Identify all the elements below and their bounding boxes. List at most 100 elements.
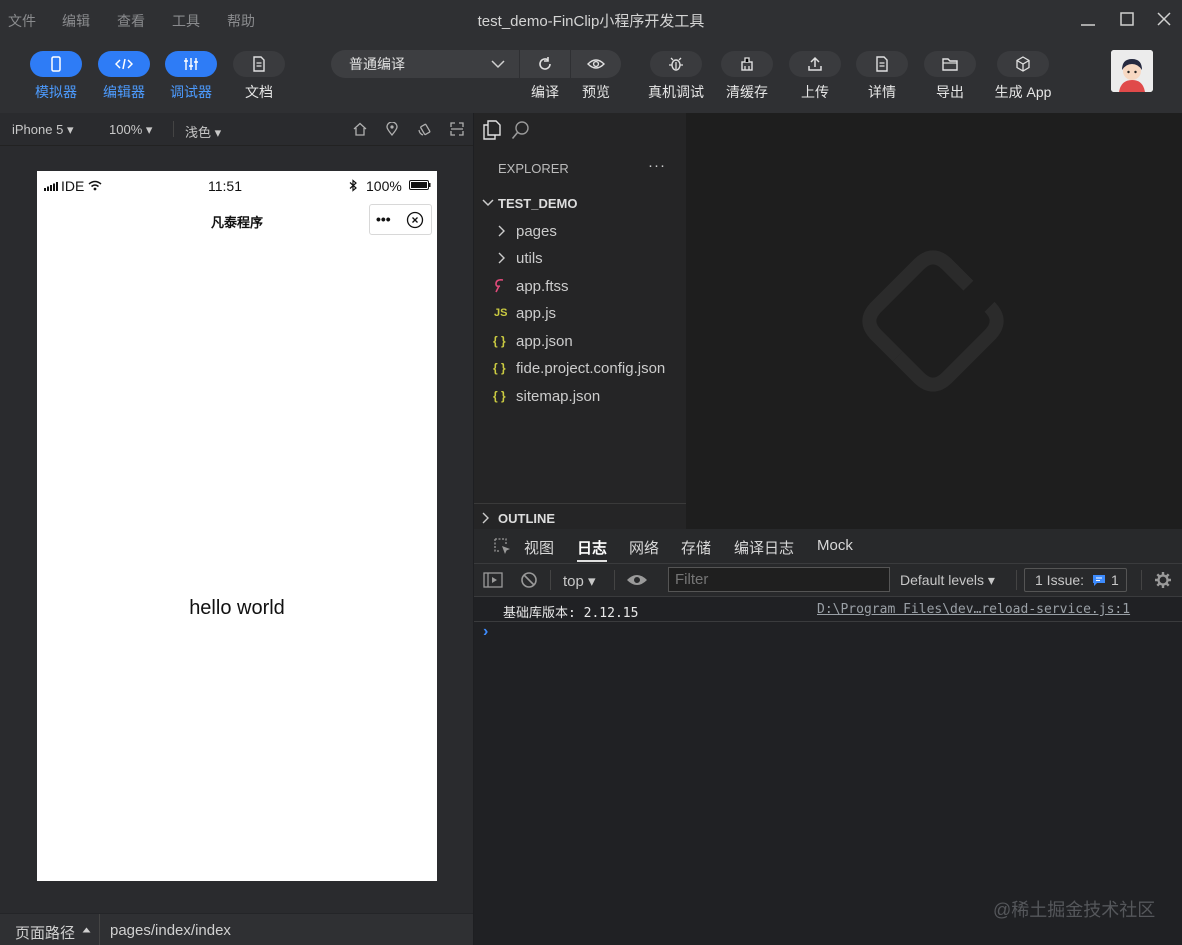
tree-item-app-ftss[interactable]: app.ftss [474, 273, 686, 299]
js-file-icon: JS [494, 307, 508, 319]
simulator-toggle-button[interactable] [30, 51, 82, 77]
close-icon[interactable] [1153, 8, 1175, 30]
tab-mock[interactable]: Mock [817, 537, 853, 554]
code-icon [115, 58, 133, 70]
simulator-toolbar: iPhone 5 ▾ 100% ▾ 浅色 ▾ [0, 113, 473, 146]
tree-item-label: app.ftss [516, 277, 569, 295]
chevron-down-icon [491, 60, 505, 69]
eye-icon [587, 59, 605, 69]
compile-mode-value: 普通编译 [349, 56, 405, 72]
rotate-icon[interactable] [418, 122, 432, 136]
preview-label: 预览 [582, 84, 610, 100]
tree-item-label: utils [516, 249, 543, 267]
issues-button[interactable]: 1 Issue: 1 [1024, 568, 1127, 592]
outline-header: OUTLINE [498, 511, 556, 526]
files-icon[interactable] [483, 120, 501, 140]
chevron-right-icon [482, 512, 489, 524]
finclip-logo-icon [862, 250, 1004, 392]
chevron-right-icon [498, 252, 505, 264]
editor-toggle-button[interactable] [98, 51, 150, 77]
explorer-more-button[interactable]: ··· [648, 157, 666, 174]
console-output[interactable]: 基础库版本: 2.12.15 D:\Program Files\dev…relo… [474, 597, 1182, 945]
tab-log[interactable]: 日志 [577, 537, 607, 558]
page-path-label[interactable]: 页面路径 [15, 922, 75, 943]
device-value: iPhone 5 [12, 122, 64, 137]
close-circle-icon[interactable] [406, 211, 424, 229]
docs-label: 文档 [245, 84, 273, 100]
device-select[interactable]: iPhone 5 ▾ [12, 122, 73, 138]
real-device-debug-button[interactable] [650, 51, 702, 77]
compile-mode-select[interactable]: 普通编译 [331, 50, 519, 78]
export-button[interactable] [924, 51, 976, 77]
caret-up-icon[interactable] [82, 927, 91, 933]
clear-console-icon[interactable] [520, 571, 538, 589]
eye-icon[interactable] [626, 573, 648, 587]
compile-button[interactable] [520, 50, 570, 78]
chevron-down-icon [482, 199, 494, 207]
real-device-debug-label: 真机调试 [648, 84, 704, 100]
more-button[interactable]: ••• [376, 211, 391, 227]
tree-item-app-js[interactable]: JS app.js [474, 300, 686, 326]
tree-item-label: sitemap.json [516, 387, 601, 405]
tab-view[interactable]: 视图 [524, 537, 554, 558]
debugger-toggle-button[interactable] [165, 51, 217, 77]
minimize-icon[interactable] [1077, 8, 1099, 30]
details-button[interactable] [856, 51, 908, 77]
tree-item-app-json[interactable]: { } app.json [474, 328, 686, 354]
tree-item-sitemap-json[interactable]: { } sitemap.json [474, 383, 686, 409]
window-title: test_demo-FinClip小程序开发工具 [477, 13, 705, 30]
home-icon[interactable] [353, 122, 367, 136]
debugger-label: 调试器 [170, 84, 212, 100]
phone-status-bar: IDE 11:51 100% [37, 171, 437, 199]
document-icon [253, 56, 265, 72]
tab-network[interactable]: 网络 [629, 537, 659, 558]
context-value: top [563, 573, 584, 590]
context-select[interactable]: top ▾ [563, 572, 596, 590]
page-content-text: hello world [189, 597, 285, 619]
sidebar-toggle-icon[interactable] [483, 572, 503, 588]
editor-label: 编辑器 [103, 84, 145, 100]
json-file-icon: { } [493, 389, 506, 403]
sliders-icon [184, 58, 198, 70]
log-source-link[interactable]: D:\Program Files\dev…reload-service.js:1 [817, 602, 1130, 617]
tab-storage[interactable]: 存储 [681, 537, 711, 558]
tab-compile-log[interactable]: 编译日志 [734, 537, 794, 558]
style-file-icon [495, 279, 504, 293]
generate-app-button[interactable] [997, 51, 1049, 77]
fullscreen-icon[interactable] [450, 122, 464, 136]
clear-cache-button[interactable] [721, 51, 773, 77]
upload-button[interactable] [789, 51, 841, 77]
editor-area[interactable] [686, 113, 1182, 529]
search-icon[interactable] [511, 120, 531, 140]
maximize-icon[interactable] [1116, 8, 1138, 30]
zoom-select[interactable]: 100% ▾ [109, 122, 152, 138]
preview-button[interactable] [571, 50, 621, 78]
location-icon[interactable] [385, 122, 399, 136]
project-name: TEST_DEMO [498, 195, 578, 211]
tree-item-utils[interactable]: utils [474, 245, 686, 271]
filter-input[interactable] [668, 567, 890, 592]
avatar-image [1111, 50, 1153, 92]
inspect-element-icon[interactable] [494, 538, 512, 556]
tree-item-project-config[interactable]: { } fide.project.config.json [474, 355, 686, 381]
json-file-icon: { } [493, 361, 506, 375]
docs-button[interactable] [233, 51, 285, 77]
phone-screen[interactable]: IDE 11:51 100% 凡泰程序 ••• hello world [37, 171, 437, 881]
outline-section[interactable]: OUTLINE [474, 503, 686, 529]
broom-icon [741, 57, 753, 71]
tree-item-label: fide.project.config.json [516, 359, 666, 377]
gear-icon[interactable] [1154, 571, 1172, 589]
file-explorer: EXPLORER ··· TEST_DEMO pages utils app.f… [474, 113, 686, 527]
tree-item-pages[interactable]: pages [474, 218, 686, 244]
tree-item-label: pages [516, 222, 557, 240]
export-label: 导出 [936, 84, 964, 100]
project-root[interactable]: TEST_DEMO [474, 190, 686, 216]
folder-icon [942, 58, 958, 71]
zoom-value: 100% [109, 122, 143, 137]
avatar[interactable] [1111, 50, 1153, 92]
theme-select[interactable]: 浅色 ▾ [185, 122, 221, 141]
message-icon [1093, 575, 1105, 586]
active-tab-indicator [577, 560, 607, 562]
console-prompt[interactable]: › [483, 623, 488, 641]
log-levels-select[interactable]: Default levels ▾ [900, 572, 995, 589]
